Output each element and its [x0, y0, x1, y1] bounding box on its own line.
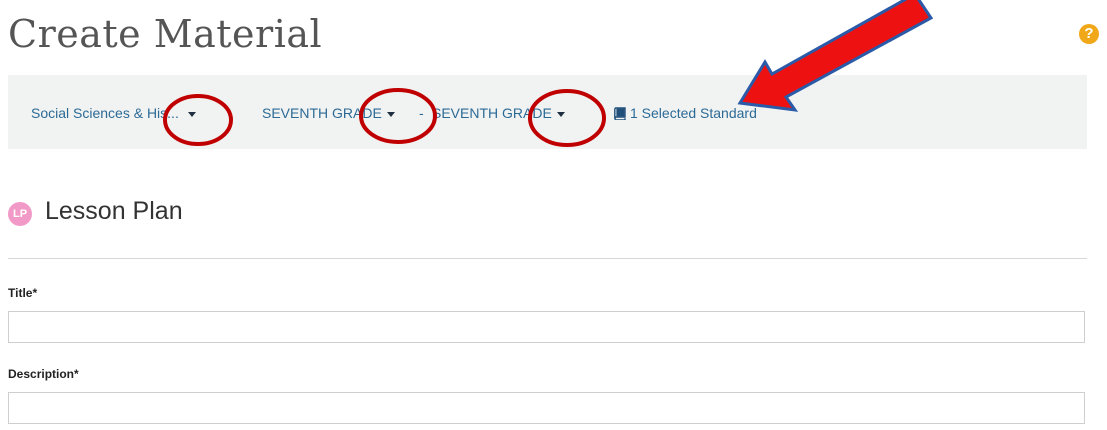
- material-type-title: Lesson Plan: [45, 197, 183, 225]
- help-icon[interactable]: ?: [1079, 24, 1099, 44]
- grade-to-label: SEVENTH GRADE: [432, 105, 552, 121]
- subject-dropdown-label: Social Sciences & His...: [31, 105, 179, 121]
- grade-from-label: SEVENTH GRADE: [262, 105, 382, 121]
- caret-down-icon: [386, 111, 395, 117]
- grade-to-dropdown[interactable]: SEVENTH GRADE: [432, 105, 565, 121]
- caret-down-icon: [187, 111, 196, 117]
- description-label: Description*: [8, 367, 79, 381]
- grade-range-separator: -: [419, 105, 424, 121]
- description-input[interactable]: [8, 392, 1085, 424]
- grade-from-dropdown[interactable]: SEVENTH GRADE: [262, 105, 395, 121]
- section-divider: [8, 258, 1087, 259]
- title-label: Title*: [8, 286, 38, 300]
- page-title: Create Material: [8, 12, 323, 56]
- standards-link[interactable]: 1 Selected Standard: [614, 105, 757, 121]
- filter-bar: Social Sciences & His... SEVENTH GRADE -…: [8, 75, 1087, 149]
- caret-down-icon: [556, 111, 565, 117]
- standards-link-label: 1 Selected Standard: [630, 105, 757, 121]
- subject-dropdown[interactable]: Social Sciences & His...: [31, 105, 196, 121]
- lesson-plan-badge-icon: LP: [8, 202, 32, 226]
- book-icon: [614, 107, 626, 120]
- title-input[interactable]: [8, 311, 1085, 343]
